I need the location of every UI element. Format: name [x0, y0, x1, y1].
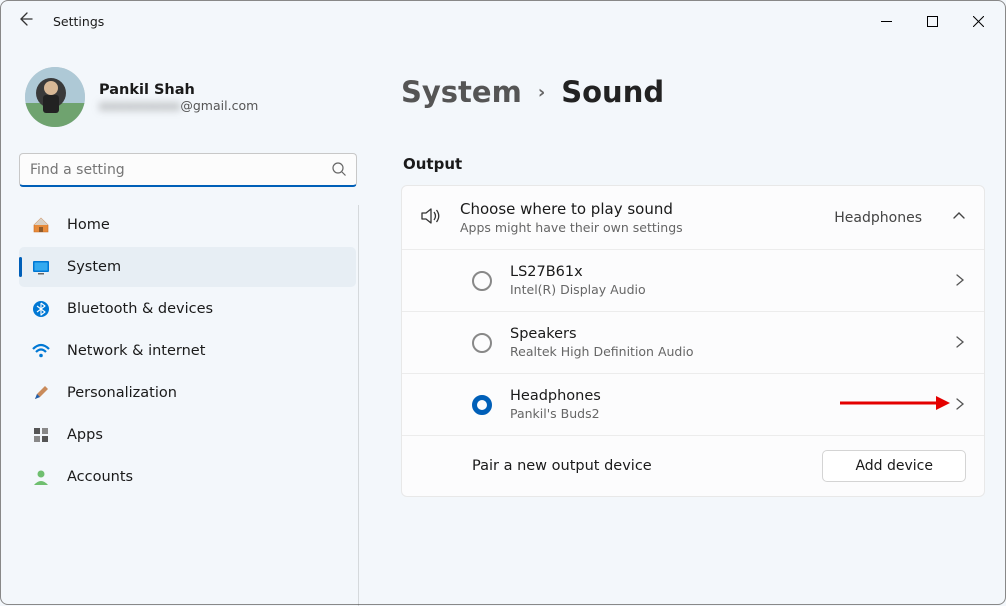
chevron-right-icon: › [538, 82, 545, 103]
chevron-right-icon[interactable] [954, 333, 966, 352]
nav-label: System [67, 259, 121, 275]
wifi-icon [31, 342, 51, 360]
close-button[interactable] [955, 1, 1001, 41]
maximize-button[interactable] [909, 1, 955, 41]
output-card: Choose where to play sound Apps might ha… [401, 185, 985, 497]
nav-item-personalization[interactable]: Personalization [19, 373, 356, 413]
radio-button[interactable] [472, 395, 492, 415]
avatar [25, 67, 85, 127]
device-row-speakers[interactable]: Speakers Realtek High Definition Audio [402, 311, 984, 373]
nav-item-bluetooth[interactable]: Bluetooth & devices [19, 289, 356, 329]
home-icon [31, 216, 51, 234]
radio-button[interactable] [472, 271, 492, 291]
search-input[interactable] [19, 153, 357, 187]
speaker-icon [420, 205, 442, 231]
bluetooth-icon [31, 300, 51, 318]
titlebar: Settings [1, 1, 1005, 41]
chevron-right-icon[interactable] [954, 395, 966, 414]
nav-item-network[interactable]: Network & internet [19, 331, 356, 371]
breadcrumb-current: Sound [561, 75, 664, 109]
search-icon [331, 161, 347, 181]
nav-item-accounts[interactable]: Accounts [19, 457, 356, 497]
brush-icon [31, 384, 51, 402]
nav-label: Personalization [67, 385, 177, 401]
nav: Home System Bluetooth & devices Network … [19, 205, 359, 606]
device-name: LS27B61x [510, 264, 936, 280]
person-icon [31, 468, 51, 486]
output-header-subtitle: Apps might have their own settings [460, 220, 816, 235]
apps-icon [31, 426, 51, 444]
back-icon[interactable] [17, 11, 33, 31]
chevron-up-icon [952, 208, 966, 227]
output-header-row[interactable]: Choose where to play sound Apps might ha… [402, 186, 984, 249]
nav-label: Accounts [67, 469, 133, 485]
main-panel: System › Sound Output Choose where to pl… [361, 41, 1005, 606]
pair-device-row: Pair a new output device Add device [402, 435, 984, 496]
device-row-headphones[interactable]: Headphones Pankil's Buds2 [402, 373, 984, 435]
annotation-arrow [840, 394, 950, 416]
breadcrumb-parent[interactable]: System [401, 75, 522, 109]
sidebar: Pankil Shah xxxxxxxxxxx@gmail.com Home S… [1, 41, 361, 606]
chevron-right-icon[interactable] [954, 271, 966, 290]
output-header-title: Choose where to play sound [460, 200, 816, 218]
device-sub: Intel(R) Display Audio [510, 282, 936, 297]
user-email: xxxxxxxxxxx@gmail.com [99, 98, 258, 113]
user-name: Pankil Shah [99, 82, 258, 98]
pair-label: Pair a new output device [472, 458, 804, 474]
device-name: Speakers [510, 326, 936, 342]
nav-label: Network & internet [67, 343, 205, 359]
breadcrumb: System › Sound [401, 75, 985, 109]
nav-label: Bluetooth & devices [67, 301, 213, 317]
nav-label: Apps [67, 427, 103, 443]
profile-block[interactable]: Pankil Shah xxxxxxxxxxx@gmail.com [19, 51, 361, 149]
window-controls [863, 1, 1001, 41]
output-section-title: Output [403, 155, 985, 173]
nav-label: Home [67, 217, 110, 233]
nav-item-home[interactable]: Home [19, 205, 356, 245]
minimize-button[interactable] [863, 1, 909, 41]
output-current-label: Headphones [834, 210, 922, 226]
device-sub: Realtek High Definition Audio [510, 344, 936, 359]
device-row-ls27b61x[interactable]: LS27B61x Intel(R) Display Audio [402, 249, 984, 311]
system-icon [31, 258, 51, 276]
nav-item-system[interactable]: System [19, 247, 356, 287]
nav-item-apps[interactable]: Apps [19, 415, 356, 455]
search-box[interactable] [19, 153, 357, 187]
app-title: Settings [53, 14, 104, 29]
radio-button[interactable] [472, 333, 492, 353]
add-device-button[interactable]: Add device [822, 450, 966, 482]
